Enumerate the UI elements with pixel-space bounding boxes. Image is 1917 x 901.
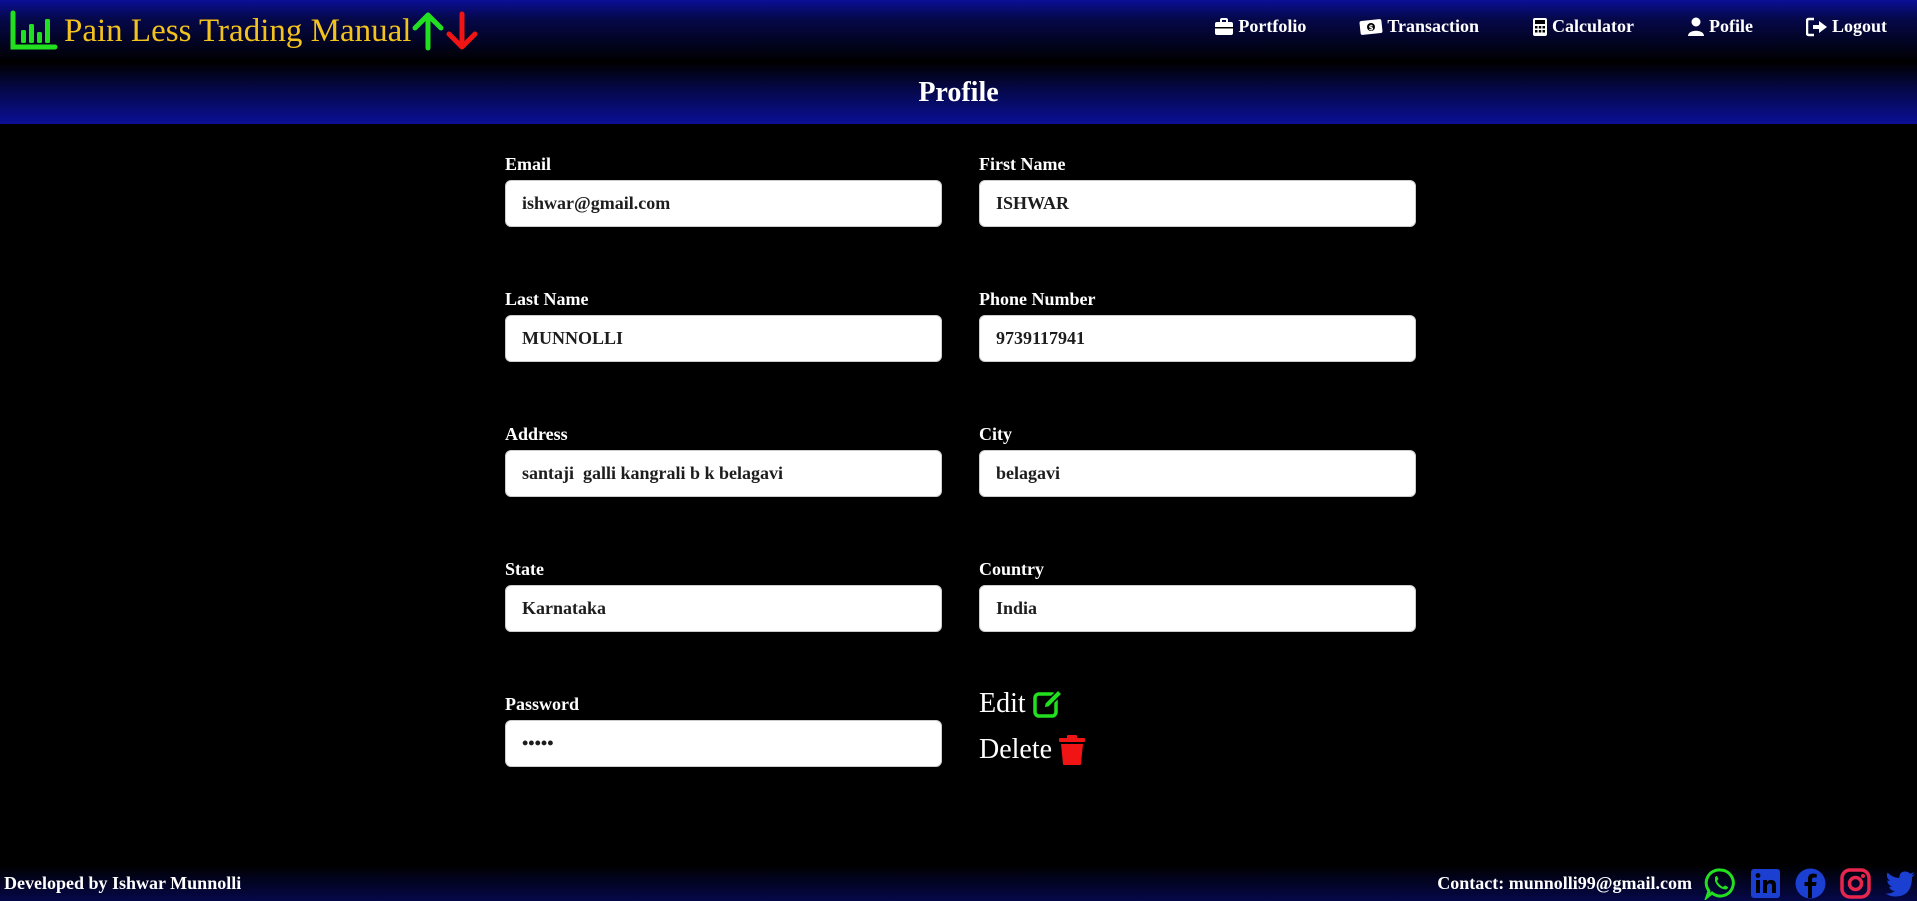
arrow-down-icon	[445, 11, 479, 51]
briefcase-icon	[1215, 17, 1234, 35]
country-label: Country	[979, 559, 1045, 579]
address-input[interactable]	[505, 450, 942, 497]
city-input[interactable]	[979, 450, 1416, 497]
arrow-up-icon	[411, 11, 445, 51]
page-title-bar: Profile	[0, 62, 1917, 124]
main-nav: Portfolio $ Transaction Calculator Pofil…	[1161, 16, 1887, 37]
email-field-group: Email	[505, 154, 942, 227]
developer-credit: Developed by Ishwar Munnolli	[4, 873, 242, 893]
nav-logout-label: Logout	[1831, 16, 1887, 36]
brand-title: Pain Less Trading Manual	[64, 12, 412, 49]
calculator-icon	[1533, 17, 1548, 36]
twitter-icon[interactable]	[1884, 867, 1917, 900]
edit-button[interactable]: Edit	[979, 688, 1064, 720]
password-label: Password	[505, 694, 580, 714]
nav-calculator-label: Calculator	[1552, 16, 1634, 36]
footer: Developed by Ishwar Munnolli Contact: mu…	[0, 865, 1917, 901]
first-name-input[interactable]	[979, 180, 1416, 227]
nav-portfolio-label: Portfolio	[1238, 16, 1307, 36]
last-name-field-group: Last Name	[505, 289, 942, 362]
nav-portfolio[interactable]: Portfolio	[1214, 16, 1306, 37]
address-label: Address	[505, 424, 568, 444]
password-input[interactable]	[505, 720, 942, 767]
page-title: Profile	[918, 77, 999, 108]
money-icon: $	[1359, 18, 1383, 35]
whatsapp-icon[interactable]	[1704, 867, 1737, 901]
country-input[interactable]	[979, 585, 1416, 632]
phone-input[interactable]	[979, 315, 1416, 362]
phone-label: Phone Number	[979, 289, 1096, 309]
edit-icon	[1032, 688, 1063, 718]
contact-email: Contact: munnolli99@gmail.com	[1437, 873, 1692, 893]
country-field-group: Country	[979, 559, 1416, 632]
logout-icon	[1805, 17, 1827, 36]
last-name-label: Last Name	[505, 289, 589, 309]
nav-calculator[interactable]: Calculator	[1532, 16, 1634, 37]
bar-chart-icon	[10, 10, 58, 52]
svg-text:$: $	[1369, 24, 1374, 32]
first-name-label: First Name	[979, 154, 1066, 174]
facebook-icon[interactable]	[1794, 867, 1827, 900]
user-icon	[1688, 17, 1704, 36]
city-label: City	[979, 424, 1012, 444]
state-field-group: State	[505, 559, 942, 632]
email-label: Email	[505, 154, 552, 174]
linkedin-icon[interactable]	[1749, 867, 1782, 900]
password-field-group: Password	[505, 694, 942, 767]
address-field-group: Address	[505, 424, 942, 497]
phone-field-group: Phone Number	[979, 289, 1416, 362]
instagram-icon[interactable]	[1839, 867, 1872, 900]
first-name-field-group: First Name	[979, 154, 1416, 227]
delete-button[interactable]: Delete	[979, 734, 1086, 766]
top-navbar: Pain Less Trading Manual Portfolio $ Tra…	[0, 0, 1917, 62]
nav-profile-label: Pofile	[1709, 16, 1753, 36]
state-label: State	[505, 559, 544, 579]
nav-transaction[interactable]: $ Transaction	[1359, 16, 1479, 37]
nav-profile[interactable]: Pofile	[1687, 16, 1753, 37]
state-input[interactable]	[505, 585, 942, 632]
nav-logout[interactable]: Logout	[1805, 16, 1887, 37]
city-field-group: City	[979, 424, 1416, 497]
last-name-input[interactable]	[505, 315, 942, 362]
delete-label: Delete	[979, 734, 1053, 765]
social-links	[1692, 867, 1917, 901]
brand[interactable]: Pain Less Trading Manual	[10, 10, 479, 52]
email-input[interactable]	[505, 180, 942, 227]
edit-label: Edit	[979, 688, 1026, 719]
nav-transaction-label: Transaction	[1387, 16, 1480, 36]
trash-icon	[1059, 735, 1086, 765]
